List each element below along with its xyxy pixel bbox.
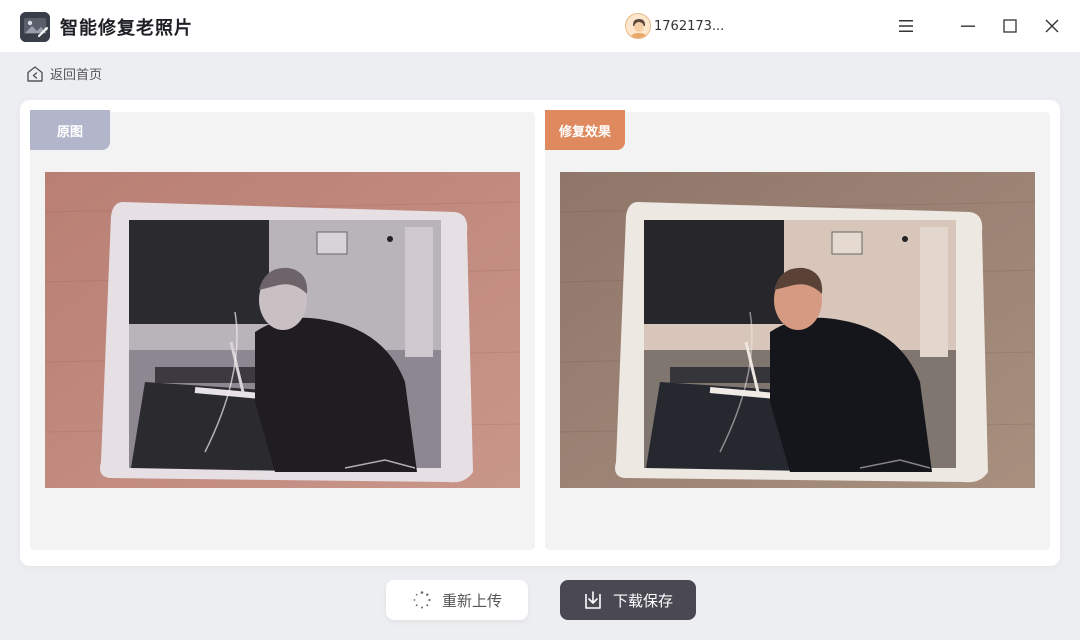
- hamburger-menu-icon[interactable]: [892, 12, 920, 40]
- avatar-icon: [625, 13, 651, 39]
- comparison-card: 原图 修复效果: [20, 100, 1060, 566]
- back-home-link[interactable]: 返回首页: [26, 64, 102, 83]
- restored-panel: 修复效果: [545, 110, 1050, 550]
- download-label: 下载保存: [612, 591, 673, 610]
- maximize-icon[interactable]: [996, 12, 1024, 40]
- close-icon[interactable]: [1038, 12, 1066, 40]
- original-tag: 原图: [30, 110, 110, 150]
- reupload-label: 重新上传: [441, 591, 502, 610]
- restored-tag: 修复效果: [545, 110, 625, 150]
- minimize-icon[interactable]: [954, 12, 982, 40]
- download-icon: [585, 591, 601, 609]
- back-home-label: 返回首页: [50, 68, 103, 83]
- app-title: 智能修复老照片: [60, 18, 193, 39]
- app-logo-icon: [20, 12, 50, 42]
- user-account[interactable]: 1762173...: [625, 12, 724, 40]
- original-photo: [45, 172, 520, 488]
- user-name: 1762173...: [654, 18, 725, 34]
- title-bar: 智能修复老照片 1762173...: [0, 0, 1080, 52]
- home-back-icon: [27, 65, 43, 82]
- original-panel: 原图: [30, 110, 535, 550]
- download-button[interactable]: 下载保存: [560, 580, 696, 620]
- reupload-button[interactable]: 重新上传: [386, 580, 528, 620]
- restored-photo: [560, 172, 1035, 488]
- refresh-icon: [413, 591, 431, 609]
